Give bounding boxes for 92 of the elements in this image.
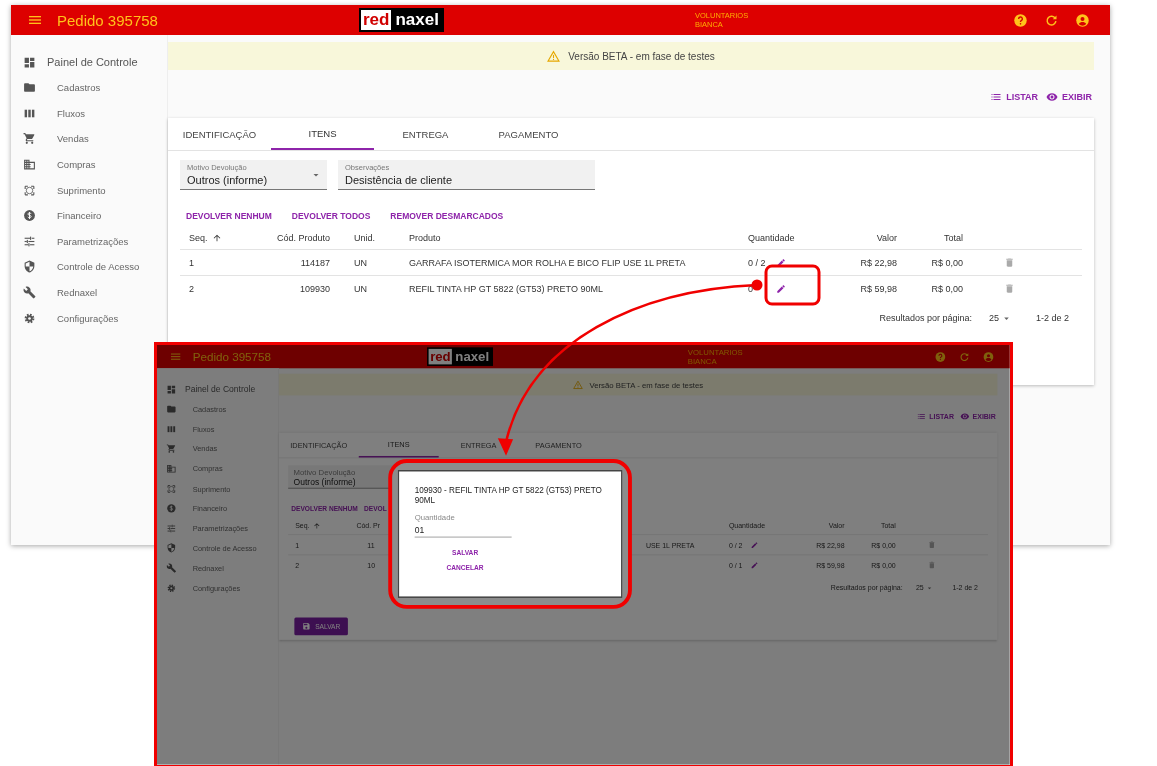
banner-text: Versão BETA - em fase de testes xyxy=(568,50,715,62)
building-icon xyxy=(166,463,177,474)
tab[interactable]: PAGAMENTO xyxy=(477,118,580,150)
cart-icon xyxy=(23,132,36,146)
wrench-icon xyxy=(166,563,177,574)
tab[interactable]: ITENS xyxy=(271,118,374,150)
trash-icon[interactable] xyxy=(1004,257,1015,268)
account-icon[interactable] xyxy=(1075,12,1090,28)
sidebar-item[interactable]: Vendas xyxy=(57,133,89,145)
columns-icon xyxy=(166,424,177,435)
list-button[interactable]: LISTAR xyxy=(990,87,1038,107)
sidebar-item[interactable]: Fluxos xyxy=(57,107,85,119)
pencil-icon[interactable] xyxy=(750,540,759,549)
page-title: Pedido 395758 xyxy=(57,11,159,29)
warning-icon xyxy=(547,49,561,63)
sidebar-item[interactable]: Cadastros xyxy=(57,82,101,94)
table-cell: R$ 59,98 xyxy=(860,283,897,294)
shield-icon xyxy=(23,260,36,274)
help-icon[interactable] xyxy=(1013,12,1028,28)
column-header[interactable]: Seq. xyxy=(180,233,222,243)
trash-icon[interactable] xyxy=(927,540,937,550)
list-icon xyxy=(990,91,1003,103)
help-icon[interactable] xyxy=(934,350,947,363)
logo: red naxel xyxy=(359,8,444,32)
eye-icon xyxy=(960,411,970,422)
sliders-icon xyxy=(23,234,36,248)
dashboard-icon xyxy=(23,55,36,69)
refresh-icon[interactable] xyxy=(1044,12,1059,28)
folder-icon xyxy=(23,81,36,95)
sidebar-item[interactable]: Painel de Controle xyxy=(184,384,256,394)
table-cell-text: GARRAFA ISOTERMICA MOR ROLHA E BICO FLIP USE 1L PRETA xyxy=(409,257,687,268)
refresh-icon[interactable] xyxy=(958,350,971,363)
action-button[interactable]: REMOVER DESMARCADOS xyxy=(384,207,510,225)
pencil-icon[interactable] xyxy=(776,257,786,268)
pencil-icon[interactable] xyxy=(776,283,786,294)
sidebar-item[interactable]: Rednaxel xyxy=(57,287,98,299)
sidebar-item[interactable]: Compras xyxy=(57,159,96,171)
sidebar-item[interactable]: Configurações xyxy=(57,312,119,324)
folder-icon xyxy=(166,404,177,415)
table-cell-text: REFIL TINTA HP GT 5822 (GT53) PRETO 90ML xyxy=(409,283,604,294)
building-icon xyxy=(23,158,36,172)
column-header[interactable]: Cód. Produto xyxy=(276,233,330,243)
trash-icon[interactable] xyxy=(1004,283,1015,294)
table-cell: R$ 22,98 xyxy=(860,257,897,268)
table-cell-text: 2 xyxy=(188,283,195,294)
sidebar-item[interactable]: Controle de Acesso xyxy=(57,261,140,273)
action-button[interactable]: DEVOLVER TODOS xyxy=(285,207,377,225)
page-title: Pedido 395758 xyxy=(192,350,272,364)
column-header[interactable]: Quantidade xyxy=(748,233,795,243)
sidebar-item[interactable]: Painel de Controle xyxy=(47,56,138,68)
table-cell: 109930 xyxy=(299,283,330,294)
sidebar-item[interactable]: Financeiro xyxy=(57,210,102,222)
eye-icon xyxy=(1046,91,1058,103)
table-cell: 114187 xyxy=(300,257,330,268)
gear-icon xyxy=(23,311,36,325)
save-icon xyxy=(302,622,311,631)
gear-icon xyxy=(166,582,177,594)
sidebar-item[interactable]: Suprimento xyxy=(57,184,106,196)
view-button[interactable]: EXIBIR xyxy=(1046,87,1092,107)
page-size-label: Resultados por página: xyxy=(879,313,972,323)
column-header[interactable]: Produto xyxy=(409,233,441,243)
account-icon[interactable] xyxy=(982,350,995,363)
tab[interactable]: ENTREGA xyxy=(374,118,477,150)
table-cell-text: UN xyxy=(353,257,368,268)
frame-corners-icon xyxy=(166,483,177,494)
frame-corners-icon xyxy=(23,183,36,197)
table-cell-text: UN xyxy=(353,283,368,294)
wrench-icon xyxy=(23,286,36,300)
logo: red naxel xyxy=(427,347,493,366)
highlight-box xyxy=(764,264,821,306)
pencil-icon[interactable] xyxy=(750,561,759,569)
page-range: 1-2 de 2 xyxy=(1035,313,1069,323)
action-button[interactable]: DEVOLVER NENHUM xyxy=(180,207,278,225)
tab[interactable]: IDENTIFICAÇÃO xyxy=(168,118,271,150)
table-cell-text: 0 xyxy=(748,283,754,294)
column-header[interactable]: Total xyxy=(944,233,963,243)
table-cell-text: 0 / 2 xyxy=(748,257,767,268)
dashboard-icon xyxy=(166,384,177,395)
warning-icon xyxy=(573,379,584,390)
table-cell-text: 1 xyxy=(188,257,195,268)
cart-icon xyxy=(166,443,177,454)
trash-icon[interactable] xyxy=(927,560,937,570)
coin-icon xyxy=(166,503,177,514)
sidebar-item[interactable]: Parametrizações xyxy=(57,235,129,247)
column-header[interactable]: Valor xyxy=(876,233,897,243)
column-header[interactable]: Unid. xyxy=(330,233,375,243)
table-cell: R$ 0,00 xyxy=(931,283,963,294)
list-icon xyxy=(916,411,927,422)
coin-icon xyxy=(23,209,36,223)
table-cell: R$ 0,00 xyxy=(931,257,963,268)
shield-icon xyxy=(166,543,177,554)
page-size-select[interactable]: 25 xyxy=(988,312,1012,324)
